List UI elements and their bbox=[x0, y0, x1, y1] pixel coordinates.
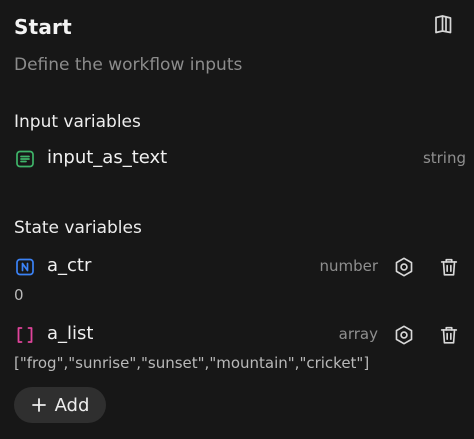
variable-value: 0 bbox=[14, 286, 24, 304]
panel-subtitle: Define the workflow inputs bbox=[14, 55, 243, 75]
variable-name: a_ctr bbox=[47, 255, 92, 276]
variable-name: input_as_text bbox=[47, 147, 168, 168]
state-variable-row[interactable]: a_ctr number bbox=[14, 253, 466, 281]
variable-type: string bbox=[422, 149, 466, 167]
input-variable-row[interactable]: input_as_text string bbox=[14, 145, 466, 173]
number-n-icon bbox=[14, 256, 36, 278]
state-variable-row[interactable]: a_list array bbox=[14, 321, 466, 349]
variable-type: array bbox=[338, 325, 378, 343]
gear-icon[interactable] bbox=[391, 322, 417, 348]
book-open-icon[interactable] bbox=[433, 13, 455, 35]
gear-icon[interactable] bbox=[391, 254, 417, 280]
text-lines-icon bbox=[14, 148, 36, 170]
variable-name: a_list bbox=[47, 323, 94, 344]
variable-type: number bbox=[319, 257, 378, 275]
input-variables-heading: Input variables bbox=[14, 112, 141, 132]
trash-icon[interactable] bbox=[436, 322, 462, 348]
trash-icon[interactable] bbox=[436, 254, 462, 280]
panel-title: Start bbox=[14, 15, 72, 39]
plus-icon bbox=[31, 397, 47, 413]
add-variable-button[interactable]: Add bbox=[14, 387, 106, 423]
start-node-panel: Start Define the workflow inputs Input v… bbox=[0, 0, 474, 439]
state-variables-heading: State variables bbox=[14, 218, 142, 238]
variable-value: ["frog","sunrise","sunset","mountain","c… bbox=[14, 354, 370, 372]
brackets-icon bbox=[14, 324, 36, 346]
add-button-label: Add bbox=[54, 394, 90, 416]
